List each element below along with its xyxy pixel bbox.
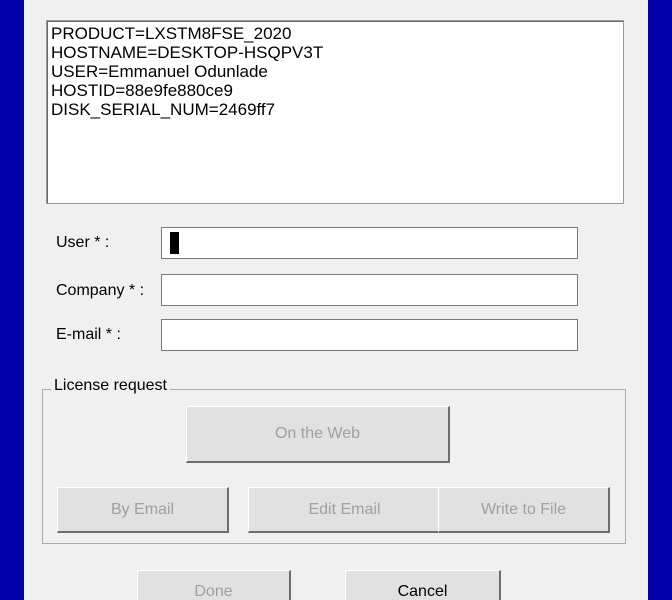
info-line-user: USER=Emmanuel Odunlade (51, 62, 268, 81)
on-the-web-button[interactable]: On the Web (186, 406, 450, 463)
done-button[interactable]: Done (137, 570, 291, 600)
info-line-disk-serial: DISK_SERIAL_NUM=2469ff7 (51, 100, 276, 119)
text-caret (170, 232, 179, 254)
info-line-hostname: HOSTNAME=DESKTOP-HSQPV3T (51, 43, 324, 62)
company-field[interactable] (161, 274, 578, 306)
by-email-button[interactable]: By Email (57, 487, 229, 533)
company-label: Company * : (56, 282, 145, 299)
user-label: User * : (56, 234, 110, 251)
info-line-product: PRODUCT=LXSTM8FSE_2020 (51, 24, 292, 43)
edit-email-button[interactable]: Edit Email (248, 487, 442, 533)
email-label: E-mail * : (56, 326, 121, 343)
user-field[interactable] (161, 227, 578, 259)
write-to-file-button[interactable]: Write to File (438, 487, 610, 533)
email-field[interactable] (161, 319, 578, 351)
license-request-title: License request (51, 377, 170, 395)
info-line-hostid: HOSTID=88e9fe880ce9 (51, 81, 233, 100)
license-dialog: PRODUCT=LXSTM8FSE_2020 HOSTNAME=DESKTOP-… (24, 0, 648, 600)
cancel-button[interactable]: Cancel (345, 570, 501, 600)
host-info-box[interactable]: PRODUCT=LXSTM8FSE_2020 HOSTNAME=DESKTOP-… (46, 20, 624, 204)
